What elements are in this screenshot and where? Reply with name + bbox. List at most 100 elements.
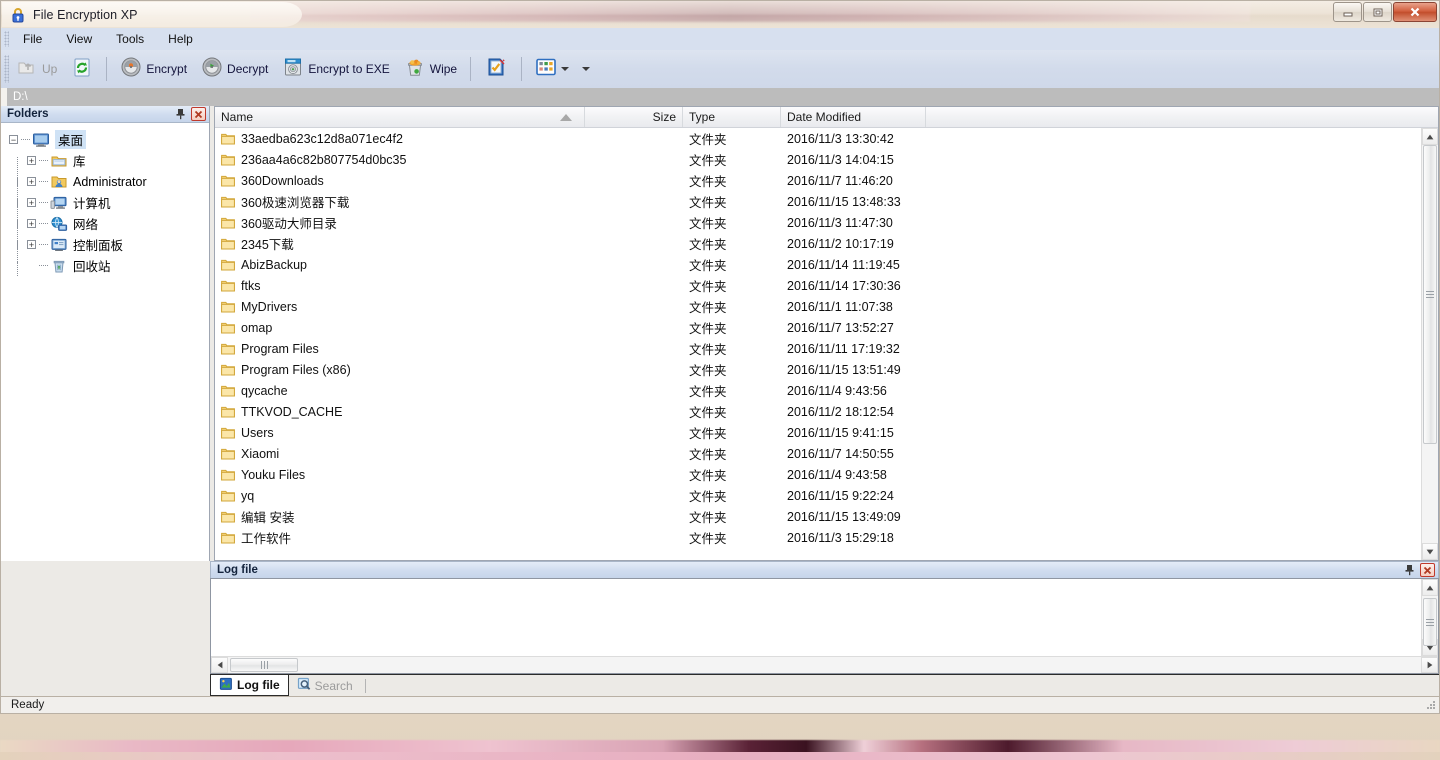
table-row[interactable]: Youku Files 文件夹 2016/11/4 9:43:58 [215, 464, 1421, 485]
view-mode-button[interactable] [528, 54, 576, 84]
file-list-scrollbar[interactable] [1421, 128, 1438, 560]
tree-connector [39, 202, 48, 203]
table-row[interactable]: ftks 文件夹 2016/11/14 17:30:36 [215, 275, 1421, 296]
checklist-button[interactable] [477, 54, 515, 84]
table-row[interactable]: qycache 文件夹 2016/11/4 9:43:56 [215, 380, 1421, 401]
close-button[interactable] [1393, 2, 1437, 22]
maximize-button[interactable] [1363, 2, 1392, 22]
tree-label-control-panel: 控制面板 [73, 239, 124, 253]
folder-icon [221, 469, 235, 481]
table-row[interactable]: Program Files 文件夹 2016/11/11 17:19:32 [215, 338, 1421, 359]
tree-item-library[interactable]: + 库 [9, 150, 209, 186]
expander-plus-icon[interactable]: + [27, 156, 36, 165]
cell-date: 2016/11/15 13:51:49 [787, 362, 901, 377]
column-header-name[interactable]: Name [215, 107, 585, 127]
cell-name: qycache [215, 384, 585, 398]
log-scroll-track[interactable] [1422, 596, 1438, 646]
cell-name: MyDrivers [215, 300, 585, 314]
scroll-down-arrow[interactable] [1422, 543, 1438, 560]
view-mode-dropdown-arrow[interactable] [561, 67, 570, 71]
resize-grip-icon[interactable] [1424, 699, 1436, 711]
encrypt-button[interactable]: Encrypt [113, 54, 194, 84]
table-row[interactable]: MyDrivers 文件夹 2016/11/1 11:07:38 [215, 296, 1421, 317]
table-row[interactable]: 编辑 安装 文件夹 2016/11/15 13:49:09 [215, 506, 1421, 527]
cell-name: 2345下载 [215, 234, 585, 253]
decrypt-button[interactable]: Decrypt [194, 54, 275, 84]
file-list-body[interactable]: 33aedba623c12d8a071ec4f2 文件夹 2016/11/3 13:… [215, 128, 1421, 560]
table-row[interactable]: yq 文件夹 2016/11/15 9:22:24 [215, 485, 1421, 506]
table-row[interactable]: 33aedba623c12d8a071ec4f2 文件夹 2016/11/3 13:… [215, 128, 1421, 149]
log-vertical-scrollbar[interactable] [1421, 579, 1438, 656]
log-hscroll-thumb[interactable] [230, 658, 298, 672]
scroll-thumb[interactable] [1423, 145, 1437, 444]
tree-item-recycle-bin[interactable]: 回收站 [9, 255, 209, 276]
table-row[interactable]: 工作软件 文件夹 2016/11/3 15:29:18 [215, 527, 1421, 548]
table-row[interactable]: AbizBackup 文件夹 2016/11/14 11:19:45 [215, 254, 1421, 275]
folders-pane-close-icon[interactable] [191, 107, 206, 121]
folder-icon [221, 490, 235, 502]
tree-item-network[interactable]: + 网络 [9, 213, 209, 249]
tree-item-control-panel[interactable]: + 控制面板 [9, 234, 209, 270]
toolbar-separator-3 [521, 57, 523, 81]
minimize-button[interactable] [1333, 2, 1362, 22]
log-text-area[interactable] [211, 579, 1421, 656]
encrypt-button-label: Encrypt [146, 62, 188, 76]
cell-name-label: 2345下载 [241, 238, 294, 252]
expander-plus-icon[interactable]: + [27, 219, 36, 228]
log-scroll-up-arrow[interactable] [1422, 579, 1438, 596]
tree-connector [21, 139, 30, 140]
table-row[interactable]: 360极速浏览器下载 文件夹 2016/11/15 13:48:33 [215, 191, 1421, 212]
table-row[interactable]: Xiaomi 文件夹 2016/11/7 14:50:55 [215, 443, 1421, 464]
tab-search[interactable]: Search [289, 675, 361, 696]
expander-minus-icon[interactable]: − [9, 135, 18, 144]
expander-plus-icon[interactable]: + [27, 177, 36, 186]
folder-icon [221, 448, 235, 460]
tree-item-computer[interactable]: + 计算机 [9, 192, 209, 228]
status-text: Ready [11, 699, 45, 711]
table-row[interactable]: TTKVOD_CACHE 文件夹 2016/11/2 18:12:54 [215, 401, 1421, 422]
log-scroll-left-arrow[interactable] [211, 657, 228, 673]
cell-date: 2016/11/14 11:19:45 [787, 257, 900, 272]
table-row[interactable]: 360Downloads 文件夹 2016/11/7 11:46:20 [215, 170, 1421, 191]
cell-date: 2016/11/3 11:47:30 [787, 215, 893, 230]
column-header-type[interactable]: Type [683, 107, 781, 127]
address-input[interactable]: D:\ [7, 88, 1439, 106]
tree-item-desktop[interactable]: − 桌面 [9, 129, 209, 150]
table-row[interactable]: 2345下载 文件夹 2016/11/2 10:17:19 [215, 233, 1421, 254]
table-row[interactable]: 236aa4a6c82b807754d0bc35 文件夹 2016/11/3 14:… [215, 149, 1421, 170]
tree-label-desktop: 桌面 [55, 130, 87, 149]
log-horizontal-scrollbar[interactable] [211, 656, 1438, 673]
menu-item-tools[interactable]: Tools [106, 30, 154, 48]
pin-icon[interactable] [173, 107, 188, 121]
toolbar-overflow-chevron[interactable] [582, 67, 591, 71]
log-pin-icon[interactable] [1402, 563, 1417, 577]
tree-item-administrator[interactable]: + Administrator [9, 171, 209, 207]
menu-item-view[interactable]: View [56, 30, 102, 48]
cell-date: 2016/11/4 9:43:56 [787, 383, 887, 398]
encrypt-to-exe-button[interactable]: Encrypt to EXE [275, 54, 396, 84]
expander-plus-icon[interactable]: + [27, 240, 36, 249]
tree-label-network: 网络 [73, 218, 99, 232]
title-bar[interactable]: File Encryption XP [0, 0, 1440, 28]
refresh-button[interactable] [64, 54, 100, 84]
column-header-size[interactable]: Size [585, 107, 683, 127]
log-panel-close-icon[interactable] [1420, 563, 1435, 577]
log-scroll-thumb[interactable] [1423, 598, 1437, 646]
application-window: File Encryption XP File View Tools Help … [0, 0, 1440, 757]
table-row[interactable]: 360驱动大师目录 文件夹 2016/11/3 11:47:30 [215, 212, 1421, 233]
scroll-track[interactable] [1422, 145, 1438, 543]
menu-item-file[interactable]: File [13, 30, 52, 48]
table-row[interactable]: omap 文件夹 2016/11/7 13:52:27 [215, 317, 1421, 338]
column-header-date[interactable]: Date Modified [781, 107, 926, 127]
wipe-button[interactable]: Wipe [397, 54, 464, 84]
menu-item-help[interactable]: Help [158, 30, 203, 48]
log-scroll-right-arrow[interactable] [1421, 657, 1438, 673]
cell-date: 2016/11/2 18:12:54 [787, 404, 894, 419]
log-hscroll-track[interactable] [228, 657, 1421, 673]
up-button[interactable]: Up [9, 54, 64, 84]
scroll-up-arrow[interactable] [1422, 128, 1438, 145]
tab-log-file[interactable]: Log file [210, 675, 289, 696]
table-row[interactable]: Users 文件夹 2016/11/15 9:41:15 [215, 422, 1421, 443]
expander-plus-icon[interactable]: + [27, 198, 36, 207]
table-row[interactable]: Program Files (x86) 文件夹 2016/11/15 13:51:4… [215, 359, 1421, 380]
